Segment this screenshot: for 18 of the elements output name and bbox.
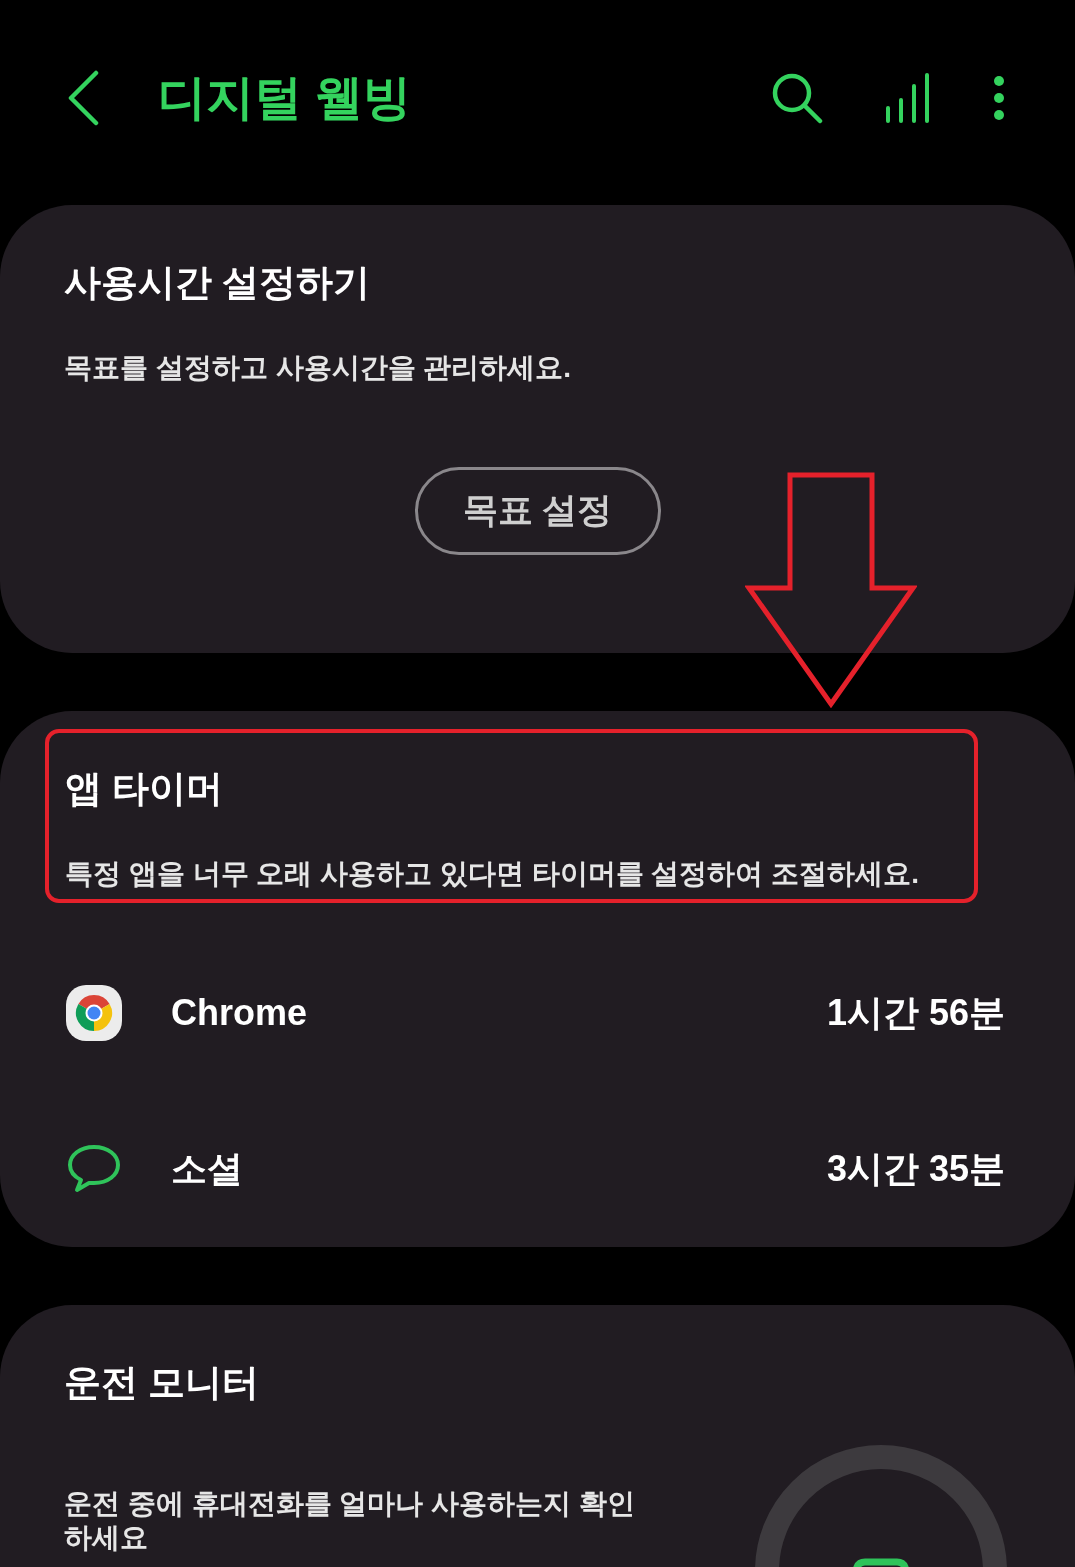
app-name[interactable]: Chrome [171,986,308,1040]
chrome-icon [65,984,123,1042]
speech-bubble-icon [67,1144,121,1194]
more-options-icon[interactable] [993,74,1005,121]
card-title: 앱 타이머 [65,767,225,811]
usage-time: 1시간 56분 [826,991,1005,1035]
back-icon[interactable] [66,69,100,126]
card-title: 운전 모니터 [64,1361,261,1405]
card-description: 운전 중에 휴대전화를 얼마나 사용하는지 확인하세요 [64,1486,636,1555]
card-description: 목표를 설정하고 사용시간을 관리하세요. [64,350,573,385]
app-name[interactable]: 소셜 [171,1142,243,1196]
page-title: 디지털 웰빙 [158,69,412,126]
search-icon[interactable] [771,71,823,124]
card-title: 사용시간 설정하기 [64,261,372,305]
bar-chart-icon[interactable] [885,71,931,124]
set-goal-button[interactable]: 목표 설정 [414,466,661,555]
card-description: 특정 앱을 너무 오래 사용하고 있다면 타이머를 설정하여 조절하세요. [65,856,920,891]
usage-time: 3시간 35분 [826,1147,1005,1191]
